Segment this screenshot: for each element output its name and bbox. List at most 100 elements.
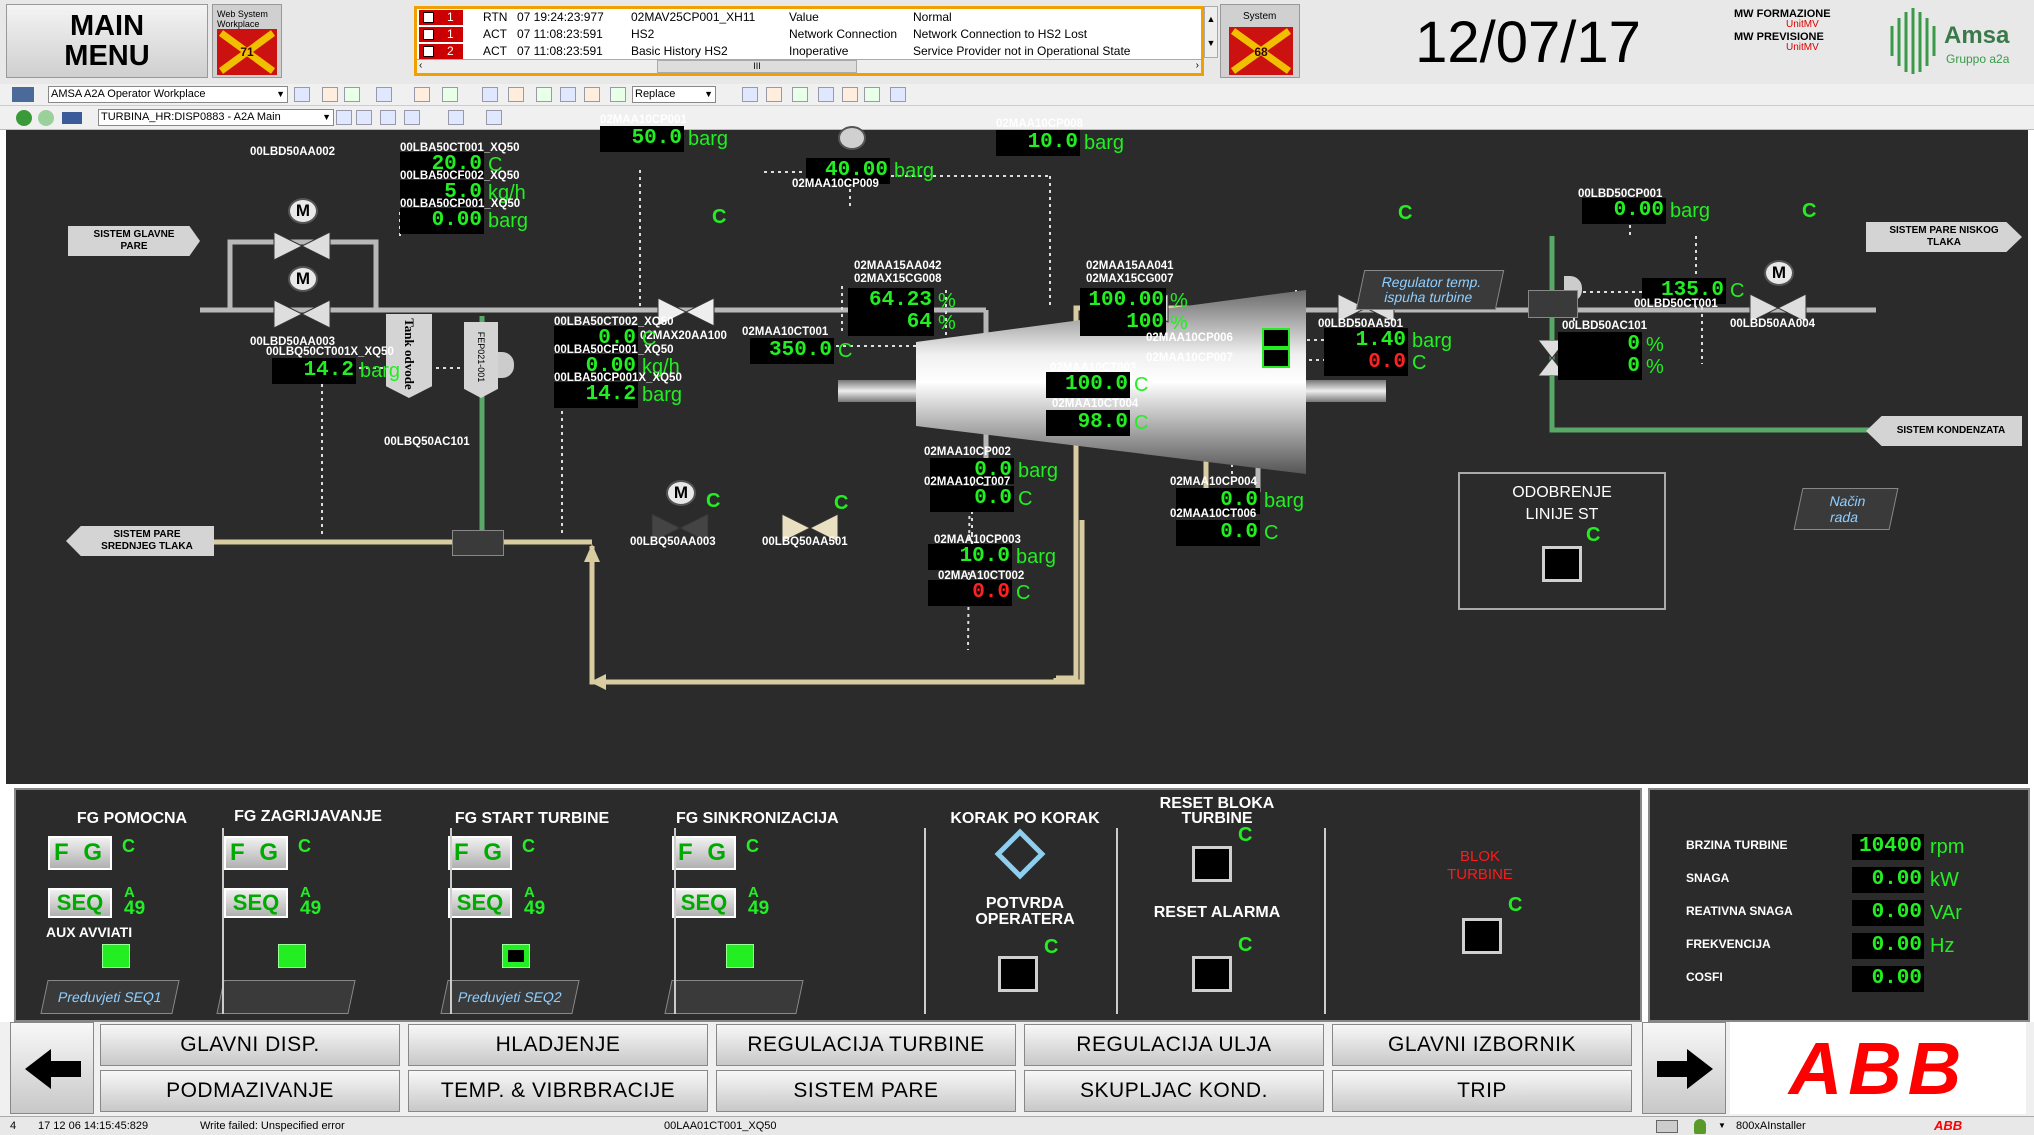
sistem-pare-niskog-tlaka-box[interactable]: SISTEM PARE NISKOG TLAKA: [1866, 222, 2022, 252]
web-system-alarm-button[interactable]: Web System Workplace 71: [212, 4, 282, 78]
alarm-row[interactable]: 2 ACT 07 11:08:23:591 Basic History HS2 Inop…: [417, 43, 1201, 60]
display-select[interactable]: TURBINA_HR:DISP0883 - A2A Main ▼: [98, 109, 334, 126]
seq-button[interactable]: SEQ: [224, 888, 288, 918]
toolbar-icon[interactable]: [792, 87, 808, 102]
status-row-label: FREKVENCIJA: [1686, 937, 1771, 951]
sistem-pare-srednjeg-tlaka-box[interactable]: SISTEM PARE SREDNJEG TLAKA: [66, 526, 214, 556]
nav-button[interactable]: GLAVNI DISP.: [100, 1024, 400, 1066]
alarm-tag: Basic History HS2: [631, 44, 728, 58]
nav-prev-button[interactable]: [10, 1022, 94, 1114]
nav-button[interactable]: REGULACIJA TURBINE: [716, 1024, 1016, 1066]
scroll-thumb[interactable]: III: [657, 60, 857, 73]
toolbar-icon[interactable]: [536, 87, 552, 102]
tag-lbq50aa501: 00LBQ50AA501: [762, 536, 848, 548]
alarm-vscroll[interactable]: ▲ ▼: [1204, 6, 1218, 58]
scroll-right-icon[interactable]: ›: [1196, 60, 1199, 71]
alarm-list[interactable]: 1 RTN 07 19:24:23:977 02MAV25CP001_XH11 Valu…: [414, 6, 1204, 76]
seq-button[interactable]: SEQ: [48, 888, 112, 918]
toolbar-icon[interactable]: [486, 110, 502, 125]
user-icon[interactable]: [1694, 1119, 1706, 1134]
nacin-rada-button[interactable]: Način rada: [1793, 488, 1899, 530]
fep-label: FEP021-001: [476, 331, 486, 383]
sistem-glavne-pare-box[interactable]: SISTEM GLAVNE PARE: [68, 226, 200, 256]
toolbar-icon[interactable]: [842, 87, 858, 102]
toolbar-icon[interactable]: [344, 87, 360, 102]
user-dropdown-icon[interactable]: ▼: [1718, 1117, 1726, 1135]
nav-button[interactable]: TEMP. & VIBRBRACIJE: [408, 1070, 708, 1112]
toolbar-icon[interactable]: [380, 110, 396, 125]
main-menu-button[interactable]: MAIN MENU: [6, 4, 208, 78]
toolbar-icon[interactable]: [508, 87, 524, 102]
forward-icon[interactable]: [38, 110, 54, 126]
fg-button[interactable]: F G: [448, 836, 512, 870]
reset-bloka-checkbox[interactable]: [1192, 846, 1232, 882]
seq-button[interactable]: SEQ: [448, 888, 512, 918]
korak-title: KORAK PO KORAK: [950, 810, 1100, 827]
toolbar-icon[interactable]: [560, 87, 576, 102]
toolbar-icon[interactable]: [404, 110, 420, 125]
replace-select[interactable]: Replace ▼: [632, 86, 716, 103]
workplace-icon[interactable]: [12, 87, 34, 102]
scroll-left-icon[interactable]: ‹: [419, 60, 422, 71]
toolbar-icon[interactable]: [356, 110, 372, 125]
keyboard-icon[interactable]: [1656, 1120, 1678, 1133]
reset-alarma-c-flag: C: [1238, 934, 1253, 956]
car-icon[interactable]: [62, 112, 82, 124]
fg-button[interactable]: F G: [48, 836, 112, 870]
valve-lbd50aa003[interactable]: [272, 296, 332, 332]
reset-alarma-checkbox[interactable]: [1192, 956, 1232, 992]
preduvjeti-button[interactable]: [664, 980, 804, 1014]
back-icon[interactable]: [16, 110, 32, 126]
nav-button[interactable]: HLADJENJE: [408, 1024, 708, 1066]
nav-button[interactable]: SISTEM PARE: [716, 1070, 1016, 1112]
toolbar-icon[interactable]: [376, 87, 392, 102]
toolbar-icon[interactable]: [322, 87, 338, 102]
system-alarm-button[interactable]: System 68: [1220, 4, 1300, 78]
toolbar-icon[interactable]: [890, 87, 906, 102]
regulator-button[interactable]: Regulator temp. ispuha turbine: [1355, 270, 1505, 310]
workplace-select[interactable]: AMSA A2A Operator Workplace ▼: [48, 86, 288, 103]
sistem-kondenzata-box[interactable]: SISTEM KONDENZATA: [1866, 416, 2022, 446]
nav-button[interactable]: GLAVNI IZBORNIK: [1332, 1024, 1632, 1066]
preduvjeti-button[interactable]: [216, 980, 356, 1014]
nav-button[interactable]: PODMAZIVANJE: [100, 1070, 400, 1112]
toolbar-icon[interactable]: [584, 87, 600, 102]
nav-button[interactable]: REGULACIJA ULJA: [1024, 1024, 1324, 1066]
preduvjeti-button[interactable]: Preduvjeti SEQ1: [40, 980, 180, 1014]
blok-turbine-checkbox[interactable]: [1462, 918, 1502, 954]
valve-lbd50aa002[interactable]: [272, 228, 332, 264]
toolbar-icon[interactable]: [766, 87, 782, 102]
toolbar-icon[interactable]: [482, 87, 498, 102]
toolbar-icon[interactable]: [336, 110, 352, 125]
toolbar-icon[interactable]: [448, 110, 464, 125]
status-row-unit: rpm: [1930, 836, 1965, 858]
status-bar: 4 17 12 06 14:15:45:829 Write failed: Un…: [0, 1116, 2034, 1135]
fg-button[interactable]: F G: [672, 836, 736, 870]
alarm-scrollbar[interactable]: ‹ III ›: [417, 59, 1201, 73]
alarm-ack-checkbox[interactable]: [423, 12, 434, 23]
status-indicator: [1262, 348, 1290, 368]
fep-flag[interactable]: FEP021-001: [464, 322, 498, 398]
seq-button[interactable]: SEQ: [672, 888, 736, 918]
toolbar-icon[interactable]: [864, 87, 880, 102]
toolbar-icon[interactable]: [414, 87, 430, 102]
toolbar-icon[interactable]: [610, 87, 626, 102]
alarm-ack-checkbox[interactable]: [423, 46, 434, 57]
toolbar-icon[interactable]: [742, 87, 758, 102]
nav-next-button[interactable]: [1642, 1022, 1726, 1114]
odobrenje-checkbox[interactable]: [1542, 546, 1582, 582]
toolbar-icon[interactable]: [442, 87, 458, 102]
alarm-row[interactable]: 1 RTN 07 19:24:23:977 02MAV25CP001_XH11 Valu…: [417, 9, 1201, 26]
nav-button[interactable]: SKUPLJAC KOND.: [1024, 1070, 1324, 1112]
unit-maa10ct006: C: [1264, 522, 1279, 544]
potvrda-checkbox[interactable]: [998, 956, 1038, 992]
status-message: Write failed: Unspecified error: [200, 1120, 345, 1132]
preduvjeti-button[interactable]: Preduvjeti SEQ2: [440, 980, 580, 1014]
toolbar-icon[interactable]: [818, 87, 834, 102]
toolbar-icon[interactable]: [294, 87, 310, 102]
alarm-ack-checkbox[interactable]: [423, 29, 434, 40]
seq-step-number: 49: [300, 898, 322, 919]
fg-button[interactable]: F G: [224, 836, 288, 870]
alarm-row[interactable]: 1 ACT 07 11:08:23:591 HS2 Network Connection…: [417, 26, 1201, 43]
nav-button[interactable]: TRIP: [1332, 1070, 1632, 1112]
